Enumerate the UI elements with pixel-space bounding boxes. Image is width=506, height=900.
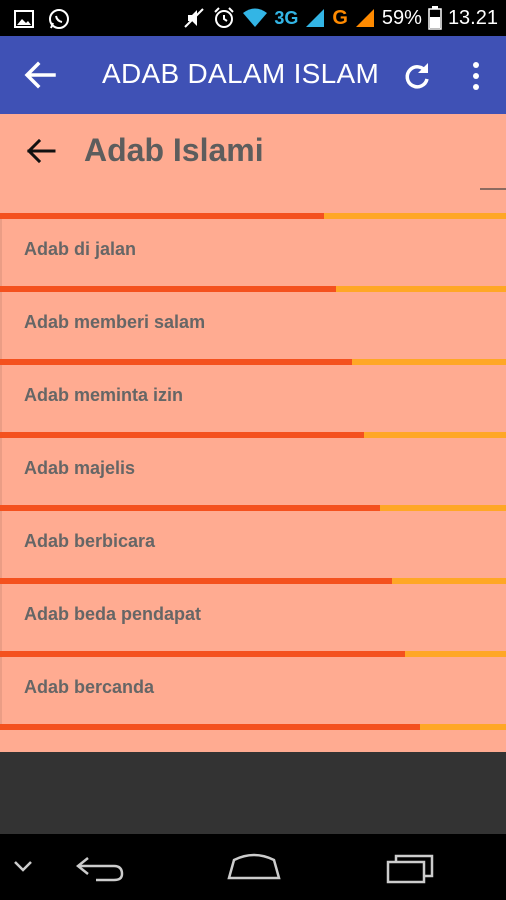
list-item[interactable]: Adab bercanda <box>0 657 506 724</box>
home-nav-icon[interactable] <box>226 850 282 882</box>
progress-fill <box>0 724 420 730</box>
app-bar: ADAB DALAM ISLAM <box>0 36 506 114</box>
clock: 13.21 <box>447 6 498 29</box>
content-area: Adab Islami Adab di jalan Adab memberi s… <box>0 114 506 752</box>
list-item[interactable]: Adab berbicara <box>0 511 506 578</box>
list-item-label: Adab majelis <box>24 458 136 478</box>
whatsapp-icon <box>49 9 69 29</box>
list-item-label: Adab memberi salam <box>24 312 206 332</box>
navigation-bar <box>0 834 506 900</box>
list-item[interactable]: Adab meminta izin <box>0 365 506 432</box>
list-item-label: Adab bercanda <box>24 677 155 697</box>
refresh-icon[interactable] <box>401 60 433 92</box>
more-vert-icon[interactable] <box>466 60 486 92</box>
network-g-label: G <box>332 6 348 29</box>
list-item-label: Adab meminta izin <box>24 385 184 405</box>
page-title: Adab Islami <box>84 132 264 168</box>
mute-icon <box>184 8 205 28</box>
header-divider <box>480 188 506 190</box>
chevron-down-icon[interactable] <box>12 858 34 874</box>
alarm-icon <box>214 7 235 28</box>
list-item-label: Adab di jalan <box>24 239 137 259</box>
back-nav-icon[interactable] <box>74 852 126 884</box>
adab-list: Adab di jalan Adab memberi salam Adab me… <box>0 213 506 730</box>
arrow-back-icon[interactable] <box>24 60 56 90</box>
list-item[interactable]: Adab majelis <box>0 438 506 505</box>
list-item[interactable]: Adab beda pendapat <box>0 584 506 651</box>
signal-icon-secondary <box>355 9 374 27</box>
wifi-icon <box>243 8 268 27</box>
list-item-label: Adab beda pendapat <box>24 604 202 624</box>
arrow-back-icon-secondary[interactable] <box>26 136 56 166</box>
page-header: Adab Islami <box>0 114 506 190</box>
battery-icon <box>428 6 442 30</box>
network-3g-label: 3G <box>274 7 299 28</box>
gallery-icon <box>14 10 34 28</box>
app-title: ADAB DALAM ISLAM <box>102 58 380 89</box>
battery-percent: 59% <box>381 6 422 29</box>
list-item[interactable]: Adab memberi salam <box>0 292 506 359</box>
status-bar: 3G G 59% 13.21 <box>0 0 506 36</box>
signal-icon <box>306 9 325 27</box>
progress-bar <box>0 724 506 730</box>
recents-nav-icon[interactable] <box>384 852 436 884</box>
list-item[interactable]: Adab di jalan <box>0 219 506 286</box>
list-item-label: Adab berbicara <box>24 531 156 551</box>
